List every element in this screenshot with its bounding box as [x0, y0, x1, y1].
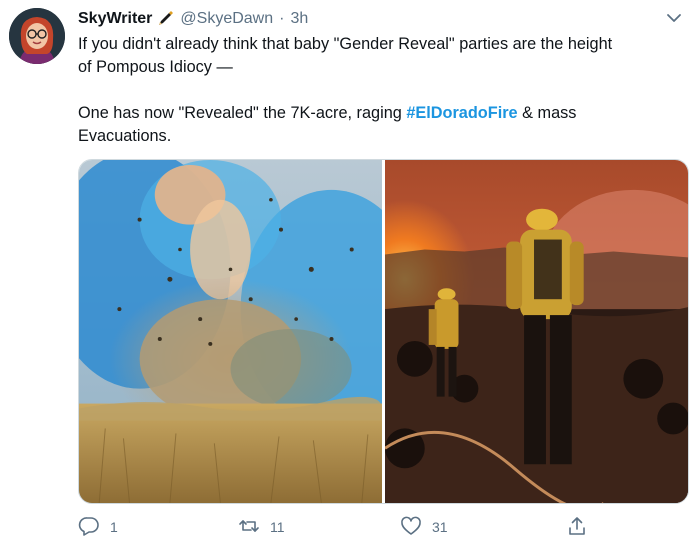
wildfire-photo[interactable]: [385, 160, 688, 503]
tweet-text-fragment: One has now "Revealed" the 7K-acre, ragi…: [78, 104, 407, 122]
retweet-icon: [238, 515, 260, 540]
tweet-text-line: One has now "Revealed" the 7K-acre, ragi…: [78, 102, 678, 125]
author-handle[interactable]: @SkyeDawn: [180, 10, 273, 28]
tweet-text-line: of Pompous Idiocy —: [78, 58, 233, 76]
retweet-button[interactable]: 11: [238, 514, 285, 540]
hashtag-link[interactable]: #ElDoradoFire: [406, 104, 517, 122]
tweet-media: [78, 159, 689, 504]
chevron-down-icon[interactable]: [664, 10, 684, 26]
share-button[interactable]: [566, 514, 588, 540]
reply-icon: [78, 515, 100, 540]
like-button[interactable]: 31: [400, 514, 448, 540]
author-name[interactable]: SkyWriter: [78, 10, 152, 28]
pen-icon: [156, 10, 174, 28]
share-icon: [566, 515, 588, 540]
meta-separator: ·: [279, 10, 285, 27]
tweet-actions: 1 11 31: [78, 514, 598, 540]
gender-reveal-photo[interactable]: [79, 160, 382, 503]
reply-count: 1: [110, 519, 118, 535]
tweet-time[interactable]: 3h: [290, 10, 308, 28]
like-icon: [400, 515, 422, 540]
avatar[interactable]: [9, 8, 65, 64]
tweet-text-line: If you didn't already think that baby "G…: [78, 35, 613, 53]
tweet-text: If you didn't already think that baby "G…: [78, 33, 678, 148]
like-count: 31: [432, 519, 448, 535]
reply-button[interactable]: 1: [78, 514, 118, 540]
tweet-header: SkyWriter @SkyeDawn · 3h: [78, 8, 308, 30]
retweet-count: 11: [270, 519, 285, 535]
tweet-text-fragment: & mass: [517, 104, 577, 122]
tweet-text-line: Evacuations.: [78, 127, 172, 145]
